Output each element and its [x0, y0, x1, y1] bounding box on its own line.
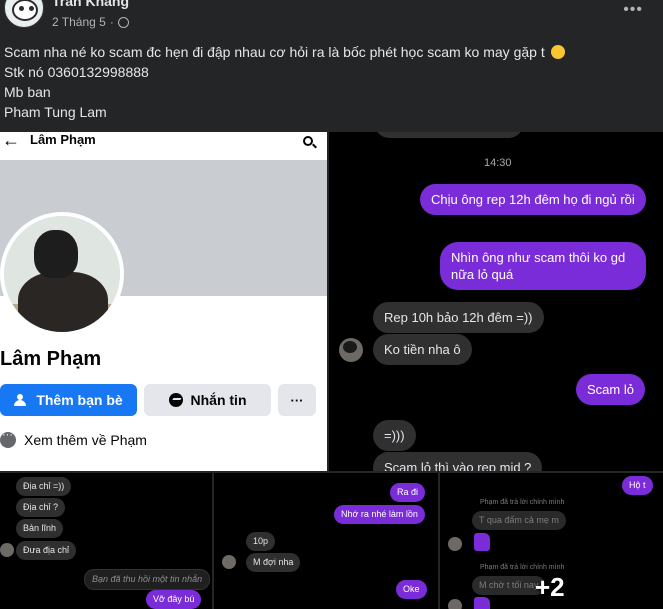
cut-off-bubble	[375, 132, 523, 138]
sender-avatar	[448, 537, 462, 551]
search-icon	[303, 136, 313, 146]
chat-bubble-them: Địa chỉ ?	[16, 498, 66, 517]
profile-top-bar: ← Lâm Phạm	[0, 132, 327, 156]
like-thumb-icon	[474, 597, 490, 609]
message-label: Nhắn tin	[190, 392, 247, 408]
post-date[interactable]: 2 Tháng 5	[52, 15, 106, 29]
sender-avatar	[0, 543, 14, 557]
photo-chat-small-1[interactable]: Địa chỉ =)) Địa chỉ ? Bản lĩnh Đưa địa c…	[0, 473, 212, 609]
post-meta: 2 Tháng 5 ·	[52, 15, 129, 29]
profile-picture	[0, 212, 124, 336]
author-avatar[interactable]	[4, 0, 44, 28]
caption-line: Mb ban	[4, 84, 51, 100]
chat-bubble-me: Oke	[396, 580, 427, 599]
chat-timestamp: 14:30	[484, 157, 512, 169]
chat-bubble-them: Bản lĩnh	[16, 519, 64, 538]
post-caption: Scam nha né ko scam đc hẹn đi đập nhau c…	[4, 42, 565, 122]
caption-line: Scam nha né ko scam đc hẹn đi đập nhau c…	[4, 42, 565, 62]
caption-line: Pham Tung Lam	[4, 104, 107, 120]
profile-top-name: Lâm Phạm	[30, 132, 96, 147]
add-friend-icon	[14, 394, 28, 406]
more-dots-icon[interactable]: •••	[623, 1, 643, 19]
globe-icon	[117, 16, 129, 28]
sender-avatar	[448, 599, 462, 609]
photo-chat-screenshot[interactable]: 14:30 Chịu ông rep 12h đêm họ đi ngủ rồi…	[329, 132, 663, 471]
chat-bubble-me: Vỡ đây bú	[146, 590, 202, 609]
chat-bubble-me: Nhìn ông như scam thôi ko gd nữa lỏ quá	[440, 242, 646, 290]
reply-note: Phạm đã trả lời chính mình	[480, 499, 565, 506]
sender-avatar	[222, 555, 236, 569]
chat-bubble-them: T qua đấm cả mẹ m	[472, 511, 566, 530]
chat-bubble-them: Đưa địa chỉ	[16, 541, 77, 560]
chat-bubble-them: =)))	[373, 420, 416, 451]
chat-bubble-them: M đợi nha	[246, 553, 301, 572]
chat-bubble-me: Ra đi	[390, 483, 426, 502]
photo-chat-small-2[interactable]: Ra đi Nhớ ra nhé làm lồn 10p M đợi nha O…	[214, 473, 438, 609]
recalled-message: Bạn đã thu hồi một tin nhắn	[84, 569, 211, 590]
meta-separator: ·	[109, 15, 114, 29]
chat-bubble-me: Nhớ ra nhé làm lồn	[334, 505, 425, 524]
laughing-emoji-icon	[550, 45, 565, 59]
see-more-label: Xem thêm về Phạm	[24, 432, 147, 448]
profile-more-button: ···	[278, 384, 316, 416]
like-thumb-icon	[474, 533, 490, 551]
add-friend-label: Thêm bạn bè	[36, 392, 123, 408]
add-friend-button: Thêm bạn bè	[0, 384, 137, 416]
photo-chat-small-3[interactable]: Hộ t Phạm đã trả lời chính mình T qua đấ…	[440, 473, 663, 609]
chat-bubble-them: Địa chỉ =))	[16, 477, 72, 496]
profile-name: Lâm Phạm	[0, 348, 102, 370]
chat-bubble-them: Ko tiền nha ô	[373, 334, 472, 365]
reply-note: Phạm đã trả lời chính mình	[480, 564, 565, 571]
caption-line: Stk nó 0360132998888	[4, 64, 149, 80]
facebook-post: Trần Khang 2 Tháng 5 · ••• Scam nha né k…	[0, 0, 663, 609]
more-photos-count[interactable]: +2	[535, 572, 565, 603]
chat-bubble-me: Scam lỏ	[576, 374, 645, 405]
photo-profile-screenshot[interactable]: ← Lâm Phạm Lâm Phạm Thêm bạn bè Nhắn tin…	[0, 132, 327, 471]
chat-bubble-them: Scam lỏ thì vào rep mid ?	[373, 452, 543, 471]
sender-avatar	[339, 338, 363, 362]
chat-bubble-me: Chịu ông rep 12h đêm họ đi ngủ rồi	[420, 184, 646, 215]
chat-bubble-them: Rep 10h bảo 12h đêm =))	[373, 302, 544, 333]
chat-bubble-them: 10p	[246, 532, 276, 551]
back-arrow-icon: ←	[2, 132, 20, 150]
chat-bubble-me: Hộ t	[622, 476, 653, 495]
dots-icon	[0, 429, 16, 448]
author-name[interactable]: Trần Khang	[52, 0, 129, 9]
message-button: Nhắn tin	[144, 384, 271, 416]
messenger-icon	[168, 393, 183, 407]
see-more-about: Xem thêm về Phạm	[0, 429, 147, 448]
